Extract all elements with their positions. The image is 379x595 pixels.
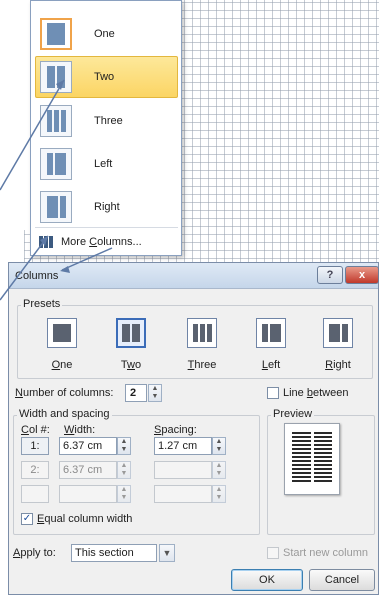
menu-separator bbox=[35, 227, 178, 228]
preset-right-label: Right bbox=[325, 359, 351, 371]
spacing-stepper-2[interactable]: ▲ ▼ bbox=[212, 461, 226, 479]
ok-button[interactable]: OK bbox=[231, 569, 303, 591]
equal-width-checkbox[interactable]: ✓ bbox=[21, 513, 33, 525]
width-header: Width: bbox=[64, 424, 96, 436]
page-margin-top bbox=[0, 0, 34, 230]
preview-page bbox=[284, 423, 340, 495]
spacing-stepper-1[interactable]: ▲ ▼ bbox=[212, 437, 226, 455]
menu-item-label: Two bbox=[94, 71, 115, 83]
equal-width-label: Equal column width bbox=[37, 513, 133, 525]
menu-item-label: One bbox=[94, 28, 115, 40]
spacing-input-3[interactable] bbox=[154, 485, 212, 503]
preview-label: Preview bbox=[271, 408, 315, 420]
columns-dropdown-menu: One Two Three Left Right More Columns... bbox=[30, 0, 182, 256]
preset-two-label: Two bbox=[120, 359, 142, 371]
menu-item-two[interactable]: Two bbox=[35, 56, 178, 98]
two-columns-icon bbox=[40, 61, 72, 93]
width-stepper-2[interactable]: ▲ ▼ bbox=[117, 461, 131, 479]
more-columns-item[interactable]: More Columns... bbox=[39, 231, 142, 253]
preset-one[interactable] bbox=[47, 318, 77, 348]
preset-one-label: One bbox=[51, 359, 73, 371]
menu-item-label: Left bbox=[94, 158, 113, 170]
col-number-3 bbox=[21, 485, 49, 503]
preset-three-label: Three bbox=[187, 359, 217, 371]
preset-left[interactable] bbox=[256, 318, 286, 348]
dialog-title: Columns bbox=[15, 270, 59, 282]
number-of-columns-input[interactable]: 2 bbox=[125, 384, 147, 402]
width-input-1[interactable]: 6.37 cm bbox=[59, 437, 117, 455]
menu-item-one[interactable]: One bbox=[35, 13, 178, 55]
col-number-2: 2: bbox=[21, 461, 49, 479]
menu-item-left[interactable]: Left bbox=[35, 143, 178, 185]
number-of-columns-label: Number of columns: bbox=[15, 387, 114, 399]
start-new-column-label: Start new column bbox=[283, 547, 368, 559]
width-stepper-1[interactable]: ▲ ▼ bbox=[117, 437, 131, 455]
one-column-icon bbox=[40, 18, 72, 50]
menu-item-label: Three bbox=[94, 115, 123, 127]
spacing-header: Spacing: bbox=[154, 424, 197, 436]
chevron-down-icon[interactable]: ▼ bbox=[159, 544, 175, 562]
close-button[interactable]: x bbox=[345, 266, 379, 284]
more-columns-label: More Columns... bbox=[61, 236, 142, 248]
width-spacing-label: Width and spacing bbox=[17, 408, 112, 420]
menu-item-label: Right bbox=[94, 201, 120, 213]
columns-dialog: Columns ? x Presets One Two Three Left R… bbox=[8, 262, 379, 595]
spacing-input-2[interactable] bbox=[154, 461, 212, 479]
width-stepper-3[interactable]: ▲ ▼ bbox=[117, 485, 131, 503]
left-columns-icon bbox=[40, 148, 72, 180]
apply-to-select[interactable]: This section bbox=[71, 544, 157, 562]
start-new-column-checkbox[interactable] bbox=[267, 547, 279, 559]
preset-two[interactable] bbox=[116, 318, 146, 348]
width-input-2[interactable]: 6.37 cm bbox=[59, 461, 117, 479]
apply-to-label: Apply to: bbox=[13, 547, 56, 559]
width-input-3[interactable] bbox=[59, 485, 117, 503]
presets-label: Presets bbox=[21, 298, 63, 310]
right-columns-icon bbox=[40, 191, 72, 223]
spacing-stepper-3[interactable]: ▲ ▼ bbox=[212, 485, 226, 503]
col-number-1: 1: bbox=[21, 437, 49, 455]
help-button[interactable]: ? bbox=[317, 266, 343, 284]
number-of-columns-stepper[interactable]: ▲ ▼ bbox=[148, 384, 162, 402]
preset-left-label: Left bbox=[261, 359, 281, 371]
col-number-header: Col #: bbox=[21, 424, 50, 436]
preset-right[interactable] bbox=[323, 318, 353, 348]
three-columns-icon bbox=[40, 105, 72, 137]
dialog-titlebar: Columns ? x bbox=[9, 263, 379, 289]
menu-item-three[interactable]: Three bbox=[35, 100, 178, 142]
line-between-checkbox[interactable] bbox=[267, 387, 279, 399]
preset-three[interactable] bbox=[187, 318, 217, 348]
line-between-label: Line between bbox=[283, 387, 349, 399]
spacing-input-1[interactable]: 1.27 cm bbox=[154, 437, 212, 455]
cancel-button[interactable]: Cancel bbox=[309, 569, 375, 591]
columns-icon bbox=[39, 236, 53, 248]
menu-item-right[interactable]: Right bbox=[35, 186, 178, 228]
